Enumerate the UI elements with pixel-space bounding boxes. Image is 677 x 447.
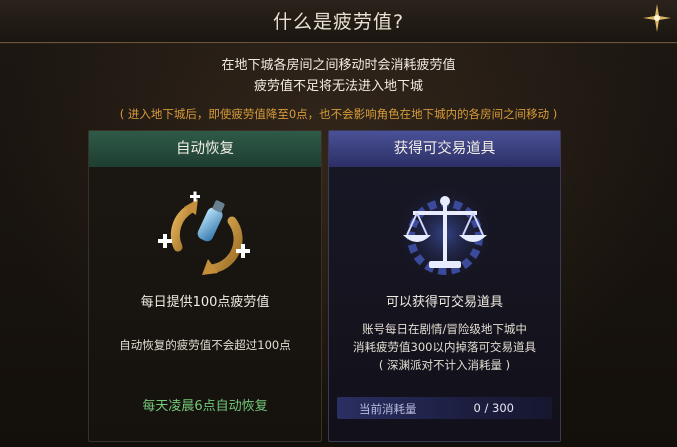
reset-time-text: 每天凌晨6点自动恢复 [142, 399, 268, 414]
tradable-items-icon-area [329, 179, 560, 289]
recovery-limit-text: 自动恢复的疲劳值不会超过100点 [119, 338, 291, 352]
tradable-items-card: 获得可交易道具 可以获得可交易道具 账号每日在剧情/冒险级地下城中 消耗疲劳值3… [328, 130, 561, 442]
tradable-desc-line-1: 账号每日在剧情/冒险级地下城中 [362, 322, 527, 336]
intro-line-2: 疲劳值不足将无法进入地下城 [253, 79, 423, 94]
tradable-items-title: 获得可交易道具 [329, 131, 560, 167]
dialog-title: 什么是疲劳值? [272, 11, 405, 33]
auto-recovery-title: 自动恢复 [89, 131, 321, 167]
tradable-desc-line-3: ( 深渊派对不计入消耗量 ) [378, 358, 511, 372]
tradable-desc-line-2: 消耗疲劳值300以内掉落可交易道具 [353, 340, 536, 354]
auto-recovery-icon-area [89, 179, 321, 289]
intro-line-1: 在地下城各房间之间移动时会消耗疲劳值 [221, 58, 456, 73]
fatigue-potion-recovery-icon [158, 191, 250, 275]
movement-note: ( 进入地下城后，即使疲劳值降至0点，也不会影响角色在地下城内的各房间之间移动 … [119, 107, 558, 121]
auto-recovery-card: 自动恢复 每日提供100点疲劳值 自动恢复的疲劳值不会超过100点 每天凌晨6点… [88, 130, 322, 442]
tradable-description: 账号每日在剧情/冒险级地下城中 消耗疲劳值300以内掉落可交易道具 ( 深渊派对… [329, 320, 560, 374]
daily-fatigue-text: 每日提供100点疲劳值 [140, 295, 270, 310]
sparkle-icon [643, 4, 671, 32]
dialog-titlebar: 什么是疲劳值? [0, 0, 677, 43]
intro-text: 在地下城各房间之间移动时会消耗疲劳值 疲劳值不足将无法进入地下城 [0, 55, 677, 97]
consumption-value: 0 / 300 [473, 401, 514, 415]
scales-icon [394, 184, 495, 284]
consumption-label: 当前消耗量 [359, 402, 417, 416]
tradable-subtitle: 可以获得可交易道具 [385, 295, 503, 310]
consumption-progress-bar: 当前消耗量 0 / 300 [337, 397, 552, 419]
